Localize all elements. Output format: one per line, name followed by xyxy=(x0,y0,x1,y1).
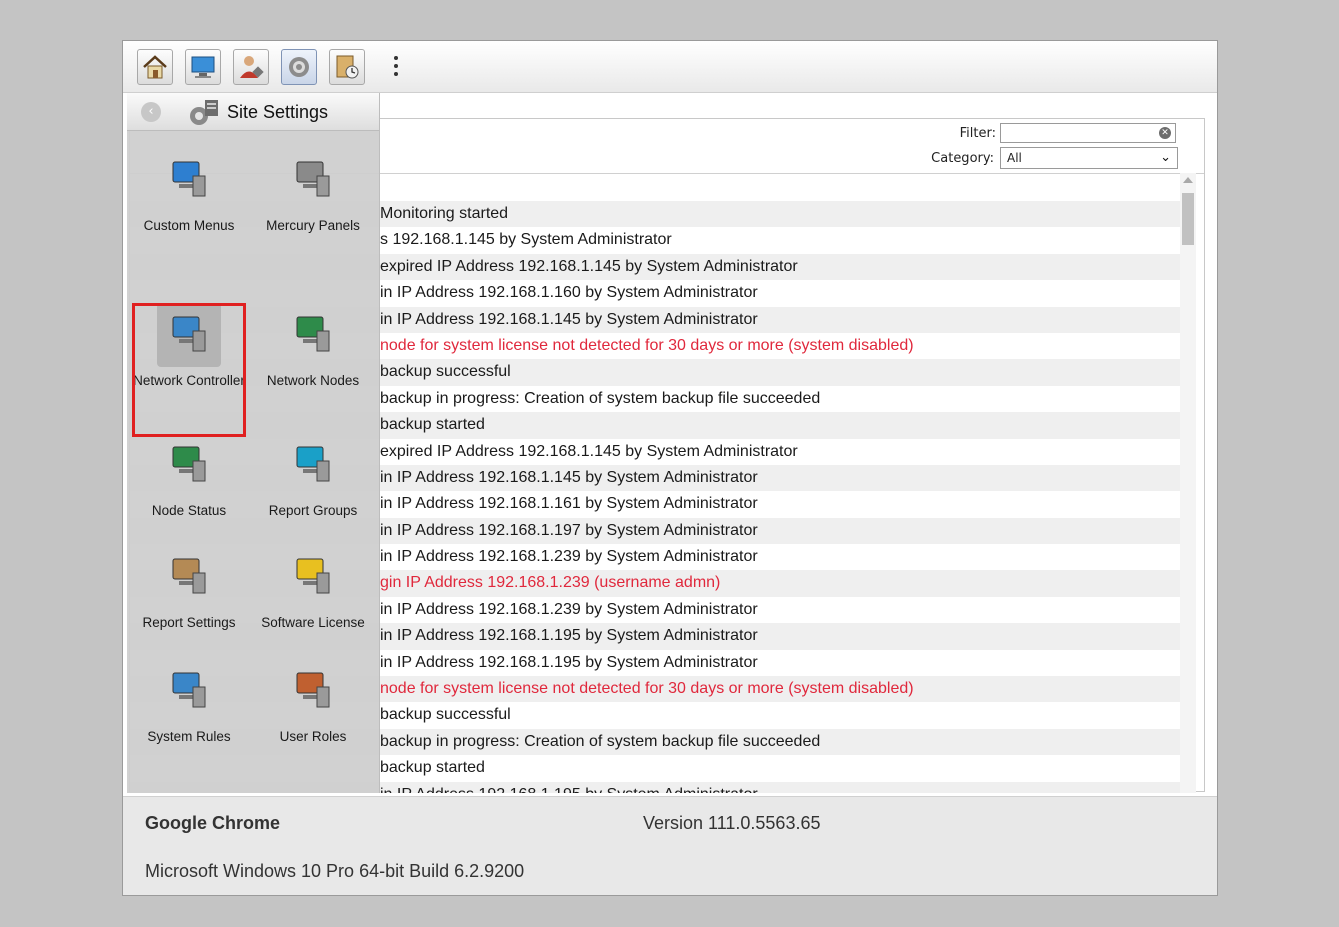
menu-tile-system-rules[interactable]: System Rules xyxy=(127,659,251,745)
mercury-panels-icon xyxy=(281,148,345,212)
log-row-text: backup in progress: Creation of system b… xyxy=(380,389,821,407)
site-settings-menu: ‹ Site Settings Custom Menus Mercury Pane… xyxy=(127,93,380,793)
os-info: Microsoft Windows 10 Pro 64-bit Build 6.… xyxy=(145,861,525,881)
menu-tile-custom-menus[interactable]: Custom Menus xyxy=(127,148,251,234)
user-settings-button[interactable] xyxy=(233,49,269,85)
chevron-down-icon: ⌄ xyxy=(1160,150,1171,165)
log-row-text: backup successful xyxy=(380,706,511,724)
log-scrollbar[interactable] xyxy=(1180,173,1196,793)
menu-title: Site Settings xyxy=(227,102,329,122)
menu-tile-label: User Roles xyxy=(279,729,347,744)
log-row-text: in IP Address 192.168.1.160 by System Ad… xyxy=(380,284,758,302)
category-value: All xyxy=(1007,151,1022,165)
reports-button[interactable] xyxy=(329,49,365,85)
log-row-text: in IP Address 192.168.1.197 by System Ad… xyxy=(380,521,758,539)
log-row-text: in IP Address 192.168.1.145 by System Ad… xyxy=(380,310,758,328)
menu-tile-label: Custom Menus xyxy=(143,218,235,233)
menu-tile-mercury-panels[interactable]: Mercury Panels xyxy=(251,148,375,234)
log-row-text: expired IP Address 192.168.1.145 by Syst… xyxy=(380,257,798,275)
system-info-footer: Google Chrome Version 111.0.5563.65 Micr… xyxy=(123,796,1217,895)
browser-version: Version 111.0.5563.65 xyxy=(643,813,821,833)
home-button[interactable] xyxy=(137,49,173,85)
log-row-text: in IP Address 192.168.1.161 by System Ad… xyxy=(380,495,758,513)
report-clock-icon xyxy=(336,55,359,79)
log-row-text: s 192.168.1.145 by System Administrator xyxy=(380,231,672,249)
log-row-text: Monitoring started xyxy=(380,205,509,222)
scroll-up-icon[interactable] xyxy=(1183,177,1193,183)
system-rules-icon xyxy=(157,659,221,723)
more-menu-icon[interactable] xyxy=(393,56,399,78)
custom-menus-icon xyxy=(157,148,221,212)
monitor-icon xyxy=(191,56,215,78)
node-status-icon xyxy=(157,433,221,497)
back-icon[interactable]: ‹ xyxy=(141,102,161,122)
log-row-text: in IP Address 192.168.1.195 by System Ad… xyxy=(380,627,758,645)
user-roles-icon xyxy=(281,659,345,723)
network-nodes-icon xyxy=(281,303,345,367)
category-row: Category: All ⌄ xyxy=(931,147,1178,169)
report-settings-icon xyxy=(157,545,221,609)
menu-tile-user-roles[interactable]: User Roles xyxy=(251,659,375,745)
menu-tile-report-settings[interactable]: Report Settings xyxy=(127,545,251,631)
filter-label: Filter: xyxy=(959,125,996,141)
gear-icon xyxy=(289,57,309,77)
menu-tile-node-status[interactable]: Node Status xyxy=(127,433,251,519)
log-row-text: in IP Address 192.168.1.195 by System Ad… xyxy=(380,786,758,793)
filter-row: Filter: ✕ xyxy=(960,123,1176,143)
menu-tile-network-nodes[interactable]: Network Nodes xyxy=(251,303,375,389)
log-row-text: backup successful xyxy=(380,363,511,381)
home-icon xyxy=(143,55,167,79)
toolbar xyxy=(123,41,1217,93)
menu-tile-label: Network Nodes xyxy=(266,373,360,388)
browser-name: Google Chrome xyxy=(145,813,281,833)
menu-tile-report-groups[interactable]: Report Groups xyxy=(251,433,375,519)
log-row-text: backup started xyxy=(380,416,485,434)
log-row-text: in IP Address 192.168.1.145 by System Ad… xyxy=(380,468,758,486)
user-settings-icon xyxy=(240,56,264,78)
menu-tile-software-license[interactable]: Software License xyxy=(251,545,375,631)
menu-tile-label: Report Settings xyxy=(142,615,236,630)
log-row-text: gin IP Address 192.168.1.239 (username a… xyxy=(380,574,721,592)
site-settings-gear-icon xyxy=(190,100,218,125)
software-license-icon xyxy=(281,545,345,609)
scroll-thumb[interactable] xyxy=(1182,193,1194,245)
clear-filter-icon[interactable]: ✕ xyxy=(1159,127,1171,139)
log-row-text: expired IP Address 192.168.1.145 by Syst… xyxy=(380,442,798,460)
log-row-text: in IP Address 192.168.1.239 by System Ad… xyxy=(380,548,758,566)
log-row-text: node for system license not detected for… xyxy=(380,336,914,354)
filter-input[interactable]: ✕ xyxy=(1000,123,1176,143)
log-row-text: backup started xyxy=(380,759,485,777)
menu-tile-label: Node Status xyxy=(151,503,227,518)
log-row-text: backup in progress: Creation of system b… xyxy=(380,732,821,750)
log-row-text: in IP Address 192.168.1.195 by System Ad… xyxy=(380,653,758,671)
menu-tile-label: Software License xyxy=(261,615,365,630)
monitor-button[interactable] xyxy=(185,49,221,85)
log-row-text: node for system license not detected for… xyxy=(380,680,914,698)
log-row-text: in IP Address 192.168.1.239 by System Ad… xyxy=(380,600,758,618)
menu-tile-label: Mercury Panels xyxy=(266,218,360,233)
menu-header: ‹ Site Settings xyxy=(127,93,379,131)
selection-highlight xyxy=(132,303,246,437)
app-window: Filter: ✕ Category: All ⌄ Monitoring sta… xyxy=(122,40,1218,896)
category-select[interactable]: All ⌄ xyxy=(1000,147,1178,169)
report-groups-icon xyxy=(281,433,345,497)
menu-tile-label: System Rules xyxy=(147,729,231,744)
menu-tile-label: Report Groups xyxy=(268,503,358,518)
category-label: Category: xyxy=(931,150,994,166)
site-settings-button[interactable] xyxy=(281,49,317,85)
